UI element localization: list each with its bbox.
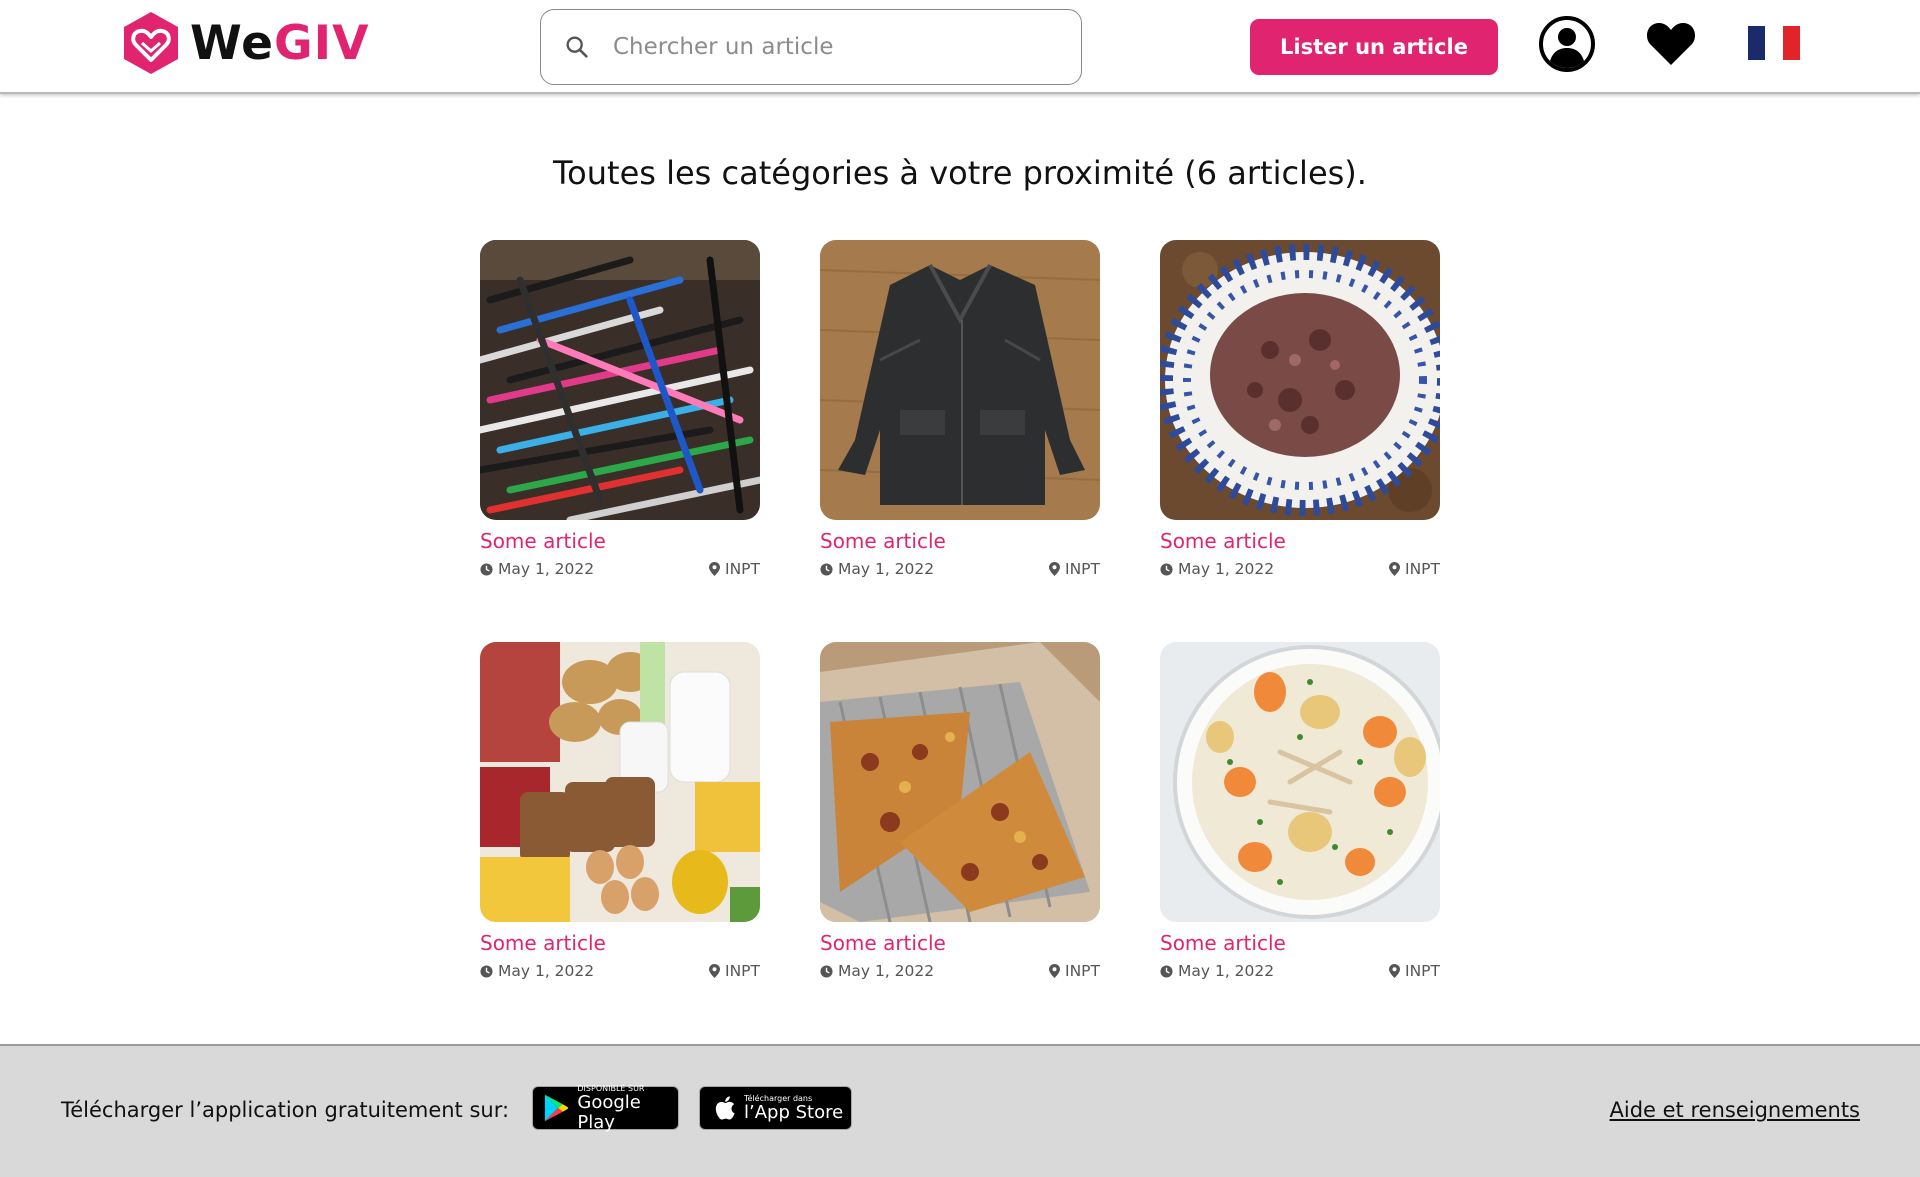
list-article-button[interactable]: Lister un article	[1250, 19, 1498, 75]
apple-icon	[715, 1096, 735, 1120]
favorites-button[interactable]	[1639, 12, 1703, 76]
article-location: INPT	[1065, 962, 1100, 980]
article-title[interactable]: Some article	[820, 931, 1100, 955]
clock-icon	[1160, 964, 1173, 978]
article-title[interactable]: Some article	[480, 931, 760, 955]
app-store-big: l’App Store	[744, 1101, 844, 1123]
article-location: INPT	[725, 560, 760, 578]
clock-icon	[480, 964, 493, 978]
article-date: May 1, 2022	[838, 560, 935, 578]
article-image-chicken-stew[interactable]	[1160, 642, 1440, 922]
search-bar[interactable]	[540, 9, 1082, 85]
article-card[interactable]: Some article May 1, 2022 INPT	[1160, 642, 1440, 980]
location-pin-icon	[709, 964, 721, 978]
article-date: May 1, 2022	[838, 962, 935, 980]
article-image-ground-meat-bowl[interactable]	[1160, 240, 1440, 520]
article-meta: May 1, 2022 INPT	[1160, 962, 1440, 980]
clock-icon	[480, 562, 493, 576]
location-pin-icon	[1049, 562, 1061, 576]
article-location: INPT	[725, 962, 760, 980]
article-date: May 1, 2022	[498, 962, 595, 980]
article-card[interactable]: Some article May 1, 2022 INPT	[480, 240, 760, 578]
google-play-big: Google Play	[577, 1091, 641, 1133]
logo-text: WeGIV	[190, 16, 370, 71]
article-title[interactable]: Some article	[480, 529, 760, 553]
footer: Télécharger l’application gratuitement s…	[0, 1044, 1920, 1177]
article-card[interactable]: Some article May 1, 2022 INPT	[820, 240, 1100, 578]
articles-grid: Some article May 1, 2022 INPT Some artic…	[480, 240, 1440, 980]
logo-we: We	[190, 15, 275, 71]
article-meta: May 1, 2022 INPT	[480, 962, 760, 980]
heart-icon	[1646, 22, 1696, 65]
article-image-groceries[interactable]	[480, 642, 760, 922]
article-meta: May 1, 2022 INPT	[1160, 560, 1440, 578]
app-store-badge[interactable]: Télécharger dans l’App Store	[699, 1086, 852, 1130]
article-meta: May 1, 2022 INPT	[820, 962, 1100, 980]
clock-icon	[820, 964, 833, 978]
article-image-leather-jacket[interactable]	[820, 240, 1100, 520]
google-play-icon	[544, 1094, 569, 1122]
location-pin-icon	[1389, 562, 1401, 576]
heart-hexagon-logo-icon	[124, 12, 178, 74]
flag-blue-stripe	[1748, 26, 1766, 60]
app-store-label: Télécharger dans l’App Store	[744, 1094, 843, 1123]
top-navbar: WeGIV Lister un article	[0, 0, 1920, 94]
location-pin-icon	[709, 562, 721, 576]
article-title[interactable]: Some article	[820, 529, 1100, 553]
logo-giv: GIV	[274, 15, 370, 71]
article-card[interactable]: Some article May 1, 2022 INPT	[820, 642, 1100, 980]
location-pin-icon	[1049, 964, 1061, 978]
flag-red-stripe	[1782, 26, 1800, 60]
language-flag-fr[interactable]	[1748, 26, 1800, 60]
account-button[interactable]	[1535, 12, 1599, 76]
article-date: May 1, 2022	[1178, 962, 1275, 980]
article-title[interactable]: Some article	[1160, 529, 1440, 553]
flag-white-stripe	[1765, 26, 1783, 60]
article-image-pens[interactable]	[480, 240, 760, 520]
download-app-text: Télécharger l’application gratuitement s…	[61, 1098, 510, 1122]
google-play-badge[interactable]: DISPONIBLE SUR Google Play	[532, 1084, 679, 1133]
clock-icon	[1160, 562, 1173, 576]
article-card[interactable]: Some article May 1, 2022 INPT	[480, 642, 760, 980]
google-play-label: DISPONIBLE SUR Google Play	[577, 1084, 678, 1133]
search-icon	[566, 36, 588, 58]
article-location: INPT	[1405, 560, 1440, 578]
article-location: INPT	[1405, 962, 1440, 980]
wegiv-logo[interactable]: WeGIV	[120, 10, 370, 76]
page-title: Toutes les catégories à votre proximité …	[553, 154, 1367, 192]
article-title[interactable]: Some article	[1160, 931, 1440, 955]
article-meta: May 1, 2022 INPT	[480, 560, 760, 578]
user-circle-icon	[1539, 16, 1595, 72]
search-input[interactable]	[613, 34, 1053, 60]
clock-icon	[820, 562, 833, 576]
article-card[interactable]: Some article May 1, 2022 INPT	[1160, 240, 1440, 578]
location-pin-icon	[1389, 964, 1401, 978]
article-meta: May 1, 2022 INPT	[820, 560, 1100, 578]
help-link[interactable]: Aide et renseignements	[1610, 1098, 1860, 1122]
article-location: INPT	[1065, 560, 1100, 578]
article-image-pizza[interactable]	[820, 642, 1100, 922]
article-date: May 1, 2022	[498, 560, 595, 578]
article-date: May 1, 2022	[1178, 560, 1275, 578]
